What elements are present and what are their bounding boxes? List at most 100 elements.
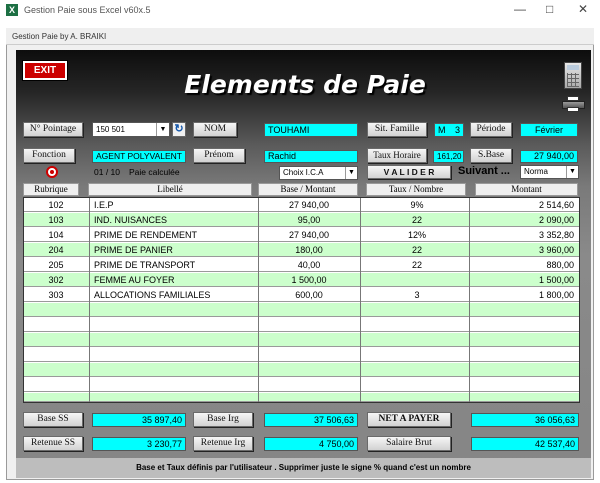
minimize-icon[interactable]: — [514,2,526,16]
sit-famille-value: M [438,125,446,135]
sit-famille-field[interactable]: M 3 [434,123,464,137]
montant-cell: 2 090,00 [538,215,574,225]
taux-cell: 9% [410,200,424,210]
base-irg-button[interactable]: Base Irg [193,412,253,427]
window-titlebar: X Gestion Paie sous Excel v60x.5 — □ ✕ [0,0,600,22]
window-title: Gestion Paie sous Excel v60x.5 [24,5,151,15]
table-row[interactable]: 103 IND. NUISANCES 95,00 22 2 090,00 [24,213,579,227]
nom-label-button[interactable]: NOM [193,122,237,137]
sbase-button[interactable]: S.Base [470,148,512,163]
taux-cell: 22 [411,245,422,255]
valider-button[interactable]: V A L I D E R [367,165,451,179]
column-divider [360,198,361,402]
pointage-value: 150 501 [96,125,125,134]
column-divider [89,198,90,402]
sbase-field[interactable]: 27 940,00 [520,150,578,163]
printer-icon[interactable] [562,96,585,112]
table-row[interactable]: 303 ALLOCATIONS FAMILIALES 600,00 3 1 80… [24,288,579,302]
chevron-down-icon[interactable]: ▼ [566,166,578,178]
net-a-payer-field[interactable]: 36 056,63 [471,413,579,427]
libelle-cell: PRIME DE RENDEMENT [94,230,198,240]
periode-button[interactable]: Période [470,122,512,137]
choix-ica-value: Choix I.C.A [283,168,324,177]
base-cell: 40,00 [297,260,321,270]
close-icon[interactable]: ✕ [578,2,588,16]
table-row[interactable]: 204 PRIME DE PANIER 180,00 22 3 960,00 [24,243,579,257]
montant-cell: 3 352,80 [538,230,574,240]
footer-note: Base et Taux définis par l'utilisateur .… [16,458,591,478]
refresh-icon[interactable]: ↻ [172,122,186,137]
retenue-ss-button[interactable]: Retenue SS [23,436,83,451]
maximize-icon[interactable]: □ [546,2,553,16]
libelle-cell: IND. NUISANCES [94,215,168,225]
retenue-ss-field[interactable]: 3 230,77 [92,437,186,451]
chevron-down-icon[interactable]: ▼ [345,167,357,179]
net-a-payer-button[interactable]: NET A PAYER [367,412,451,427]
table-row[interactable] [24,363,579,377]
base-cell: 95,00 [297,215,321,225]
fonction-field[interactable]: AGENT POLYVALENT [92,150,186,163]
taux-cell: 22 [411,260,422,270]
table-row[interactable] [24,393,579,402]
table-row[interactable]: 205 PRIME DE TRANSPORT 40,00 22 880,00 [24,258,579,272]
salaire-brut-field[interactable]: 42 537,40 [471,437,579,451]
prenom-field[interactable]: Rachid [264,150,358,163]
rubrique-cell: 302 [48,275,64,285]
calculator-icon[interactable] [564,62,582,89]
libelle-cell: PRIME DE TRANSPORT [94,260,196,270]
montant-cell: 880,00 [546,260,574,270]
montant-cell: 1 800,00 [538,290,574,300]
table-row[interactable] [24,303,579,317]
table-row[interactable] [24,348,579,362]
pointage-label-button[interactable]: N° Pointage [23,122,83,137]
header-base-montant: Base / Montant [258,183,358,196]
table-row[interactable]: 104 PRIME DE RENDEMENT 27 940,00 12% 3 3… [24,228,579,242]
libelle-cell: ALLOCATIONS FAMILIALES [94,290,211,300]
excel-icon: X [6,4,18,16]
salaire-brut-button[interactable]: Salaire Brut [367,436,451,451]
exit-button[interactable]: EXIT [23,61,67,80]
base-cell: 600,00 [295,290,323,300]
retenue-irg-button[interactable]: Retenue Irg [193,436,253,451]
base-irg-field[interactable]: 37 506,63 [264,413,358,427]
table-row[interactable] [24,333,579,347]
table-row[interactable]: 102 I.E.P 27 940,00 9% 2 514,60 [24,198,579,212]
periode-field[interactable]: Février [520,123,578,137]
paie-count: 01 / 10 [94,167,120,177]
header-libelle: Libellé [88,183,252,196]
table-row[interactable]: 302 FEMME AU FOYER 1 500,00 1 500,00 [24,273,579,287]
prenom-label-button[interactable]: Prénom [193,148,245,163]
rubrique-cell: 104 [48,230,64,240]
montant-cell: 3 960,00 [538,245,574,255]
payroll-table: 102 I.E.P 27 940,00 9% 2 514,60 103 IND.… [23,197,580,403]
base-cell: 27 940,00 [288,230,330,240]
libelle-cell: FEMME AU FOYER [94,275,175,285]
suivant-label[interactable]: Suivant ... [458,165,510,177]
chevron-down-icon[interactable]: ▼ [156,123,169,136]
base-cell: 1 500,00 [291,275,327,285]
norma-select[interactable]: Norma ▼ [520,165,579,179]
base-cell: 27 940,00 [288,200,330,210]
header-taux-nombre: Taux / Nombre [366,183,466,196]
taux-horaire-button[interactable]: Taux Horaire [367,148,427,163]
libelle-cell: PRIME DE PANIER [94,245,173,255]
nom-field[interactable]: TOUHAMI [264,123,358,137]
pointage-combo[interactable]: 150 501 ▼ [92,122,170,137]
base-ss-field[interactable]: 35 897,40 [92,413,186,427]
rubrique-cell: 204 [48,245,64,255]
base-ss-button[interactable]: Base SS [23,412,83,427]
rubrique-cell: 103 [48,215,64,225]
taux-horaire-field[interactable]: 161,20 [433,150,464,163]
rubrique-cell: 102 [48,200,64,210]
libelle-cell: I.E.P [94,200,114,210]
retenue-irg-field[interactable]: 4 750,00 [264,437,358,451]
fonction-label-button[interactable]: Fonction [23,148,75,163]
header-montant: Montant [475,183,578,196]
taux-cell: 12% [407,230,426,240]
choix-ica-select[interactable]: Choix I.C.A ▼ [279,166,358,180]
header-rubrique: Rubrique [23,183,79,196]
sit-famille-button[interactable]: Sit. Famille [367,122,427,137]
table-row[interactable] [24,378,579,392]
paie-status: Paie calculée [129,167,180,177]
table-row[interactable] [24,318,579,332]
